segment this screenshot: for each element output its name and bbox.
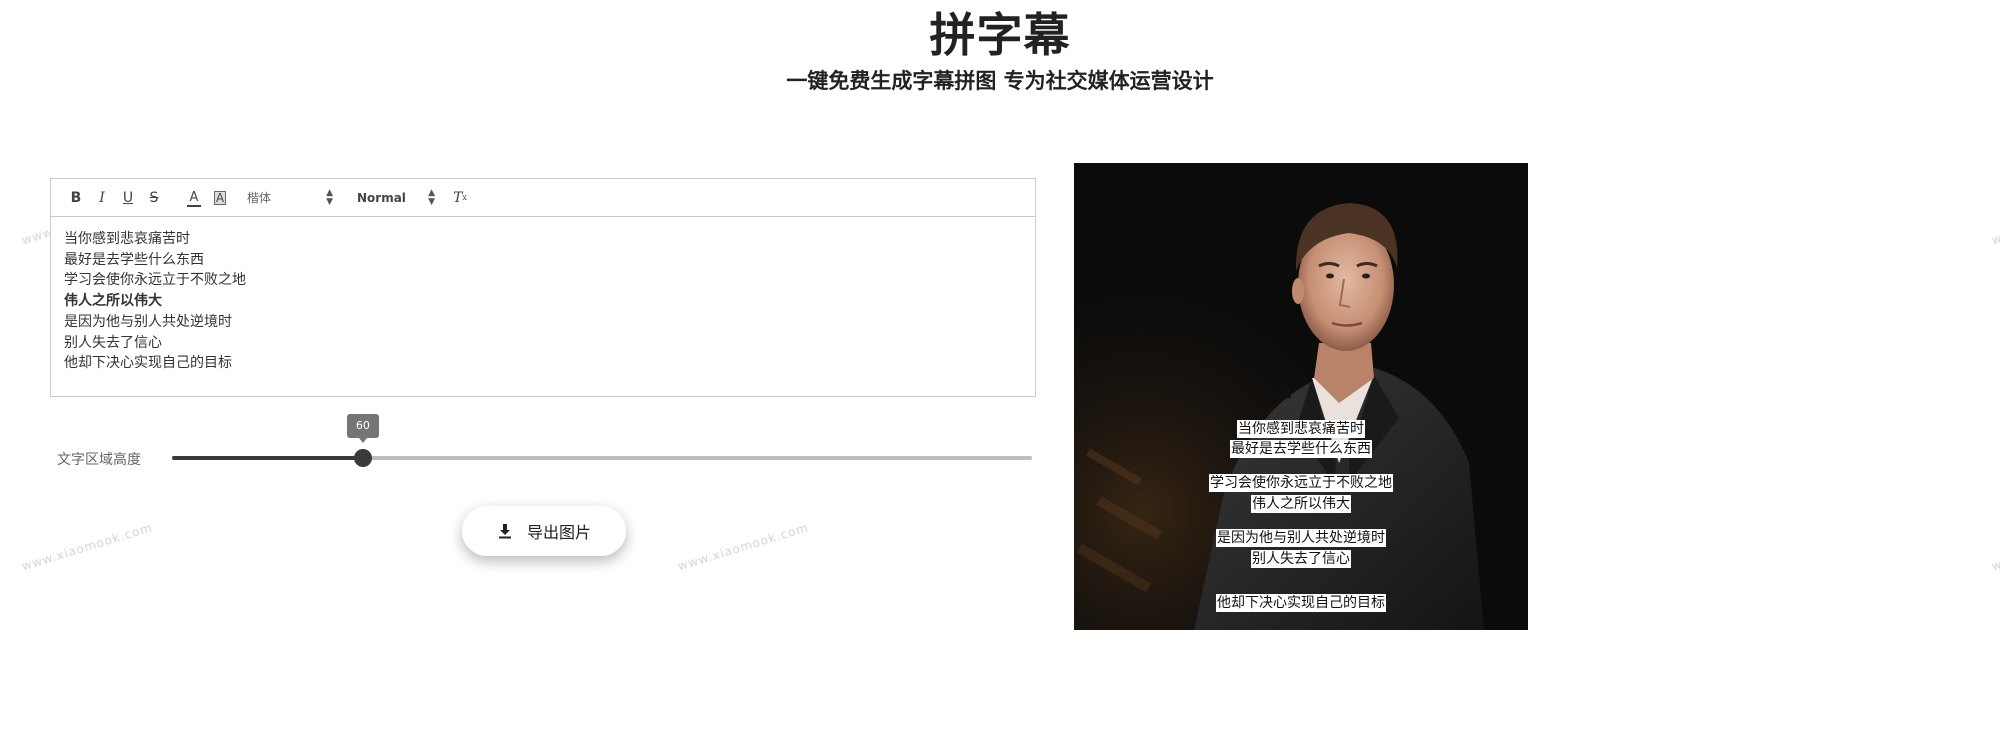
background-color-icon: A: [214, 190, 226, 205]
editor-line: 别人失去了信心: [64, 334, 162, 351]
watermark: www.xiaomook.com: [1990, 520, 2000, 574]
caption-line: 伟人之所以伟大: [1251, 495, 1351, 513]
editor-content[interactable]: 当你感到悲哀痛苦时 最好是去学些什么东西 学习会使你永远立于不败之地 伟人之所以…: [51, 217, 1035, 386]
slider-thumb[interactable]: [353, 449, 372, 467]
bold-button[interactable]: B: [63, 186, 89, 210]
watermark: www.xiaomook.com: [676, 520, 811, 574]
rich-text-editor: B I U S A A 楷体 ▲ ▼ Normal ▲ ▼ Tx 当你感到悲哀痛苦时…: [50, 178, 1036, 397]
watermark: www.xiaomook.com: [1990, 194, 2000, 248]
select-arrows-icon: ▲ ▼: [326, 188, 333, 207]
italic-button[interactable]: I: [89, 186, 115, 210]
caption-line: 别人失去了信心: [1251, 550, 1351, 568]
page-subtitle: 一键免费生成字幕拼图 专为社交媒体运营设计: [786, 68, 1214, 93]
text-height-slider[interactable]: 60: [172, 414, 1032, 467]
clear-format-button[interactable]: Tx: [447, 186, 473, 210]
underline-button[interactable]: U: [115, 186, 141, 210]
strikethrough-button[interactable]: S: [141, 186, 167, 210]
font-select[interactable]: 楷体 ▲ ▼: [239, 186, 335, 210]
editor-line: 学习会使你永远立于不败之地: [64, 272, 246, 289]
export-button-label: 导出图片: [526, 523, 591, 542]
size-select-value: Normal: [357, 190, 406, 205]
editor-line: 他却下决心实现自己的目标: [64, 355, 232, 372]
font-select-value: 楷体: [247, 191, 272, 205]
page-title: 拼字幕: [929, 8, 1071, 62]
text-color-button[interactable]: A: [181, 186, 207, 210]
slider-value-tooltip: 60: [346, 414, 379, 443]
select-arrows-icon: ▲ ▼: [428, 188, 435, 207]
preview-image: 当你感到悲哀痛苦时 最好是去学些什么东西 学习会使你永远立于不败之地 伟人之所以…: [1074, 163, 1528, 630]
download-icon: [498, 524, 511, 539]
text-height-slider-row: 文字区域高度 60: [50, 414, 1036, 476]
editor-line: 是因为他与别人共处逆境时: [64, 313, 232, 330]
caption-line: 学习会使你永远立于不败之地: [1209, 474, 1393, 492]
watermark: www.xiaomook.com: [20, 520, 155, 574]
slider-label: 文字区域高度: [57, 452, 141, 468]
caption-line: 是因为他与别人共处逆境时: [1216, 529, 1386, 547]
caption-line: 他却下决心实现自己的目标: [1216, 594, 1386, 612]
editor-line: 最好是去学些什么东西: [64, 251, 204, 268]
editor-line: 当你感到悲哀痛苦时: [64, 231, 190, 247]
export-image-button[interactable]: 导出图片: [462, 506, 626, 556]
clear-format-icon: T: [453, 189, 463, 206]
editor-toolbar: B I U S A A 楷体 ▲ ▼ Normal ▲ ▼ Tx: [51, 179, 1035, 217]
size-select[interactable]: Normal ▲ ▼: [349, 186, 437, 210]
page-header: 拼字幕 一键免费生成字幕拼图 专为社交媒体运营设计: [0, 10, 2000, 95]
caption-line: 最好是去学些什么东西: [1230, 440, 1372, 458]
editor-line: 伟人之所以伟大: [64, 293, 162, 310]
background-color-button[interactable]: A: [207, 186, 233, 210]
slider-fill: [172, 456, 363, 460]
caption-line: 当你感到悲哀痛苦时: [1237, 420, 1365, 438]
